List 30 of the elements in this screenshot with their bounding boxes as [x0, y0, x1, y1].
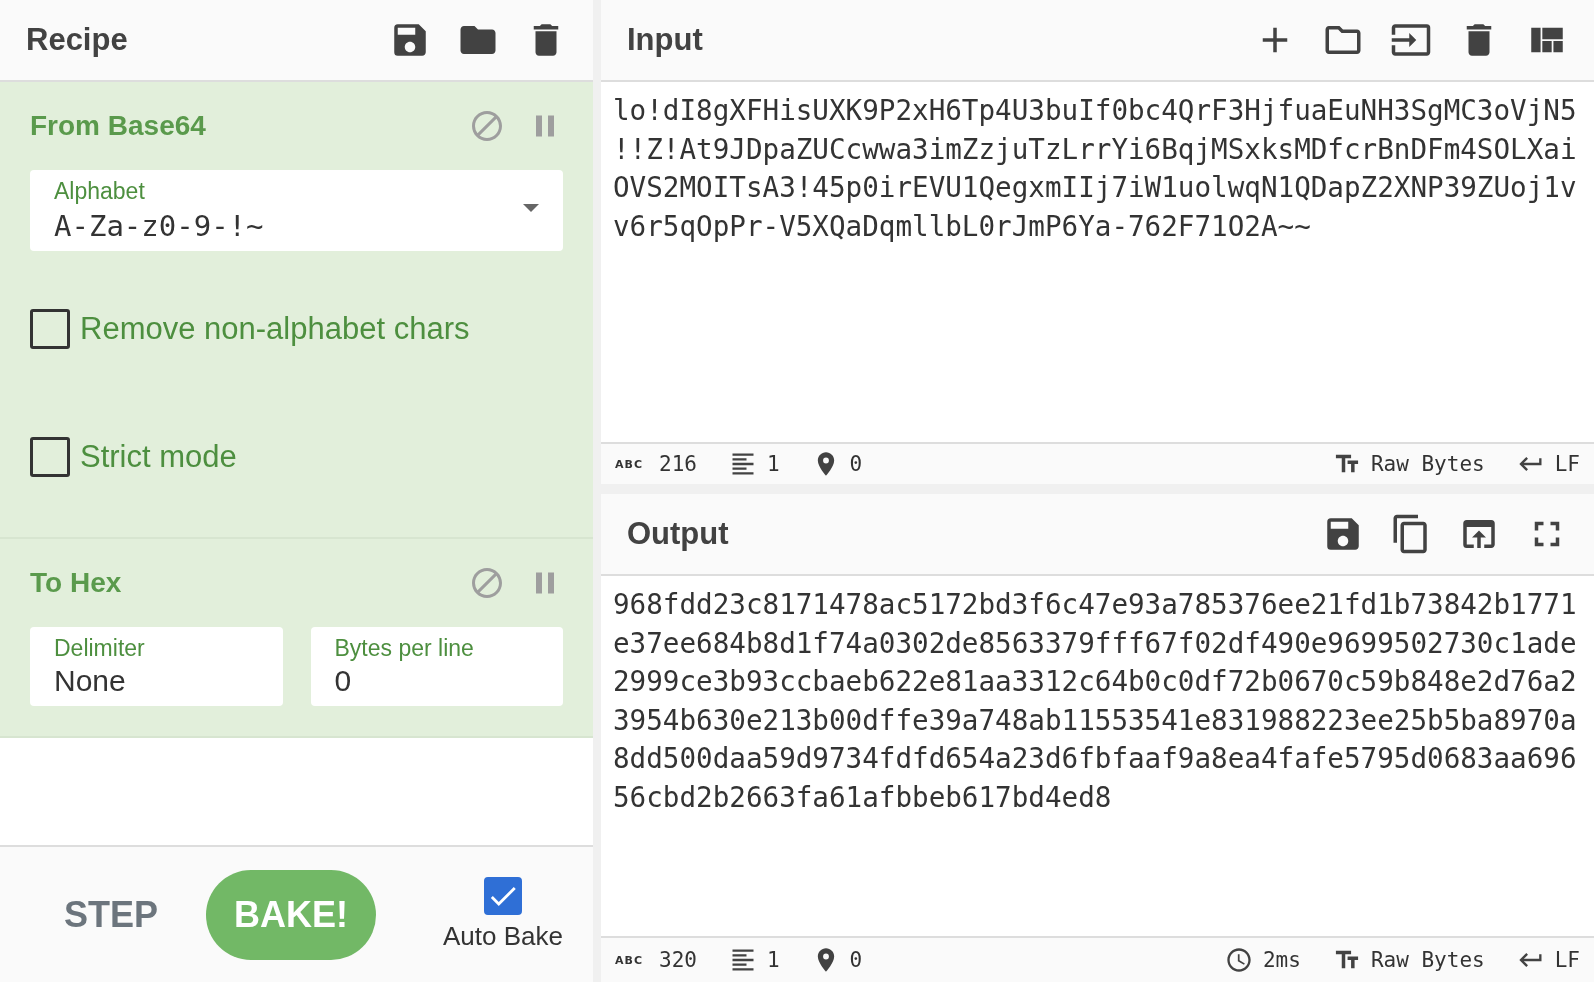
text-field[interactable]: Bytes per line 0 [310, 627, 563, 706]
line-count: 1 [766, 452, 780, 476]
checkbox-label: Remove non-alphabet chars [80, 311, 470, 347]
encoding-label[interactable]: Raw Bytes [1370, 452, 1485, 476]
encoding-label[interactable]: Raw Bytes [1370, 948, 1485, 972]
panel-title: Output [627, 516, 729, 552]
abc-label: ABC [615, 953, 643, 967]
text-field[interactable]: Delimiter None [30, 627, 283, 706]
length-count: 320 [659, 948, 697, 972]
caret-icon [523, 204, 539, 212]
checkbox[interactable] [30, 309, 70, 349]
checkbox[interactable] [30, 437, 70, 477]
operation-title: From Base64 [30, 110, 206, 142]
abc-label: ABC [615, 457, 643, 471]
cursor-position: 0 [849, 948, 863, 972]
operation-title: To Hex [30, 567, 122, 599]
panel-title: Input [627, 22, 703, 58]
clock-icon [1224, 946, 1253, 974]
eol-label[interactable]: LF [1554, 452, 1580, 476]
checkbox-label: Strict mode [80, 439, 237, 475]
auto-bake-label: Auto Bake [443, 921, 563, 952]
bake-time: 2ms [1262, 948, 1301, 972]
panel-title: Recipe [26, 22, 128, 58]
length-count: 216 [659, 452, 697, 476]
cursor-position: 0 [849, 452, 863, 476]
alphabet-dropdown[interactable]: Alphabet A-Za-z0-9-!~ [30, 170, 563, 251]
step-button[interactable]: STEP [56, 885, 167, 944]
line-count: 1 [766, 948, 780, 972]
auto-bake-checkbox[interactable] [484, 877, 522, 915]
eol-label[interactable]: LF [1554, 948, 1580, 972]
